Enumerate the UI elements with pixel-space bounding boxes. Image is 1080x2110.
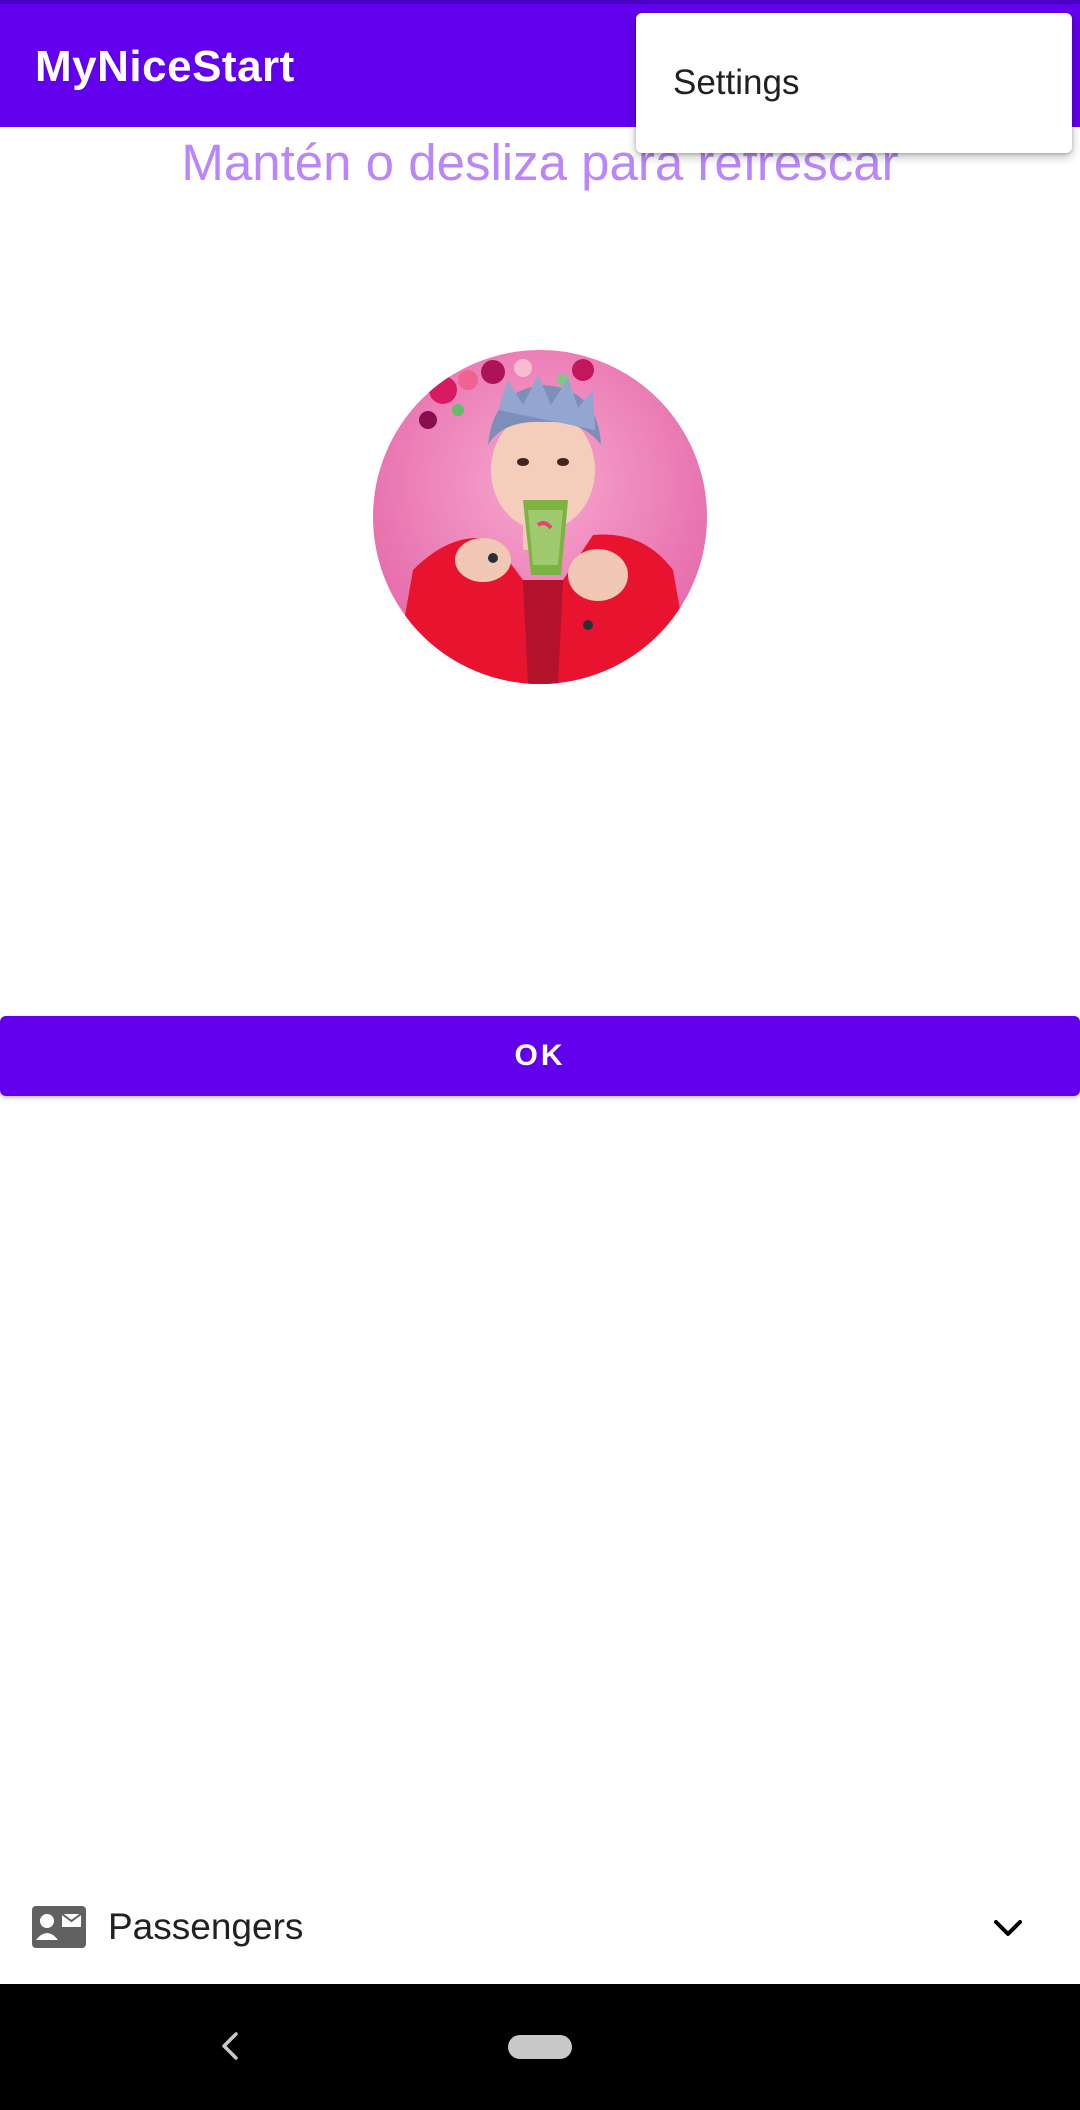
navigation-bar — [0, 1984, 1080, 2110]
screen: MyNiceStart Settings Mantén o desliza pa… — [0, 0, 1080, 2110]
ok-button[interactable]: OK — [0, 1016, 1080, 1096]
chevron-down-icon[interactable] — [990, 1910, 1026, 1946]
contact-mail-icon — [32, 1906, 86, 1948]
home-pill-icon[interactable] — [508, 2035, 572, 2059]
menu-item-settings[interactable]: Settings — [636, 43, 1072, 123]
passengers-dropdown[interactable]: Passengers — [0, 1888, 1080, 1968]
app-title: MyNiceStart — [35, 42, 295, 91]
back-icon[interactable] — [212, 2026, 248, 2066]
profile-photo — [373, 350, 707, 684]
passengers-label: Passengers — [108, 1906, 304, 1947]
avatar[interactable] — [373, 350, 707, 684]
overflow-menu: Settings — [636, 13, 1072, 153]
